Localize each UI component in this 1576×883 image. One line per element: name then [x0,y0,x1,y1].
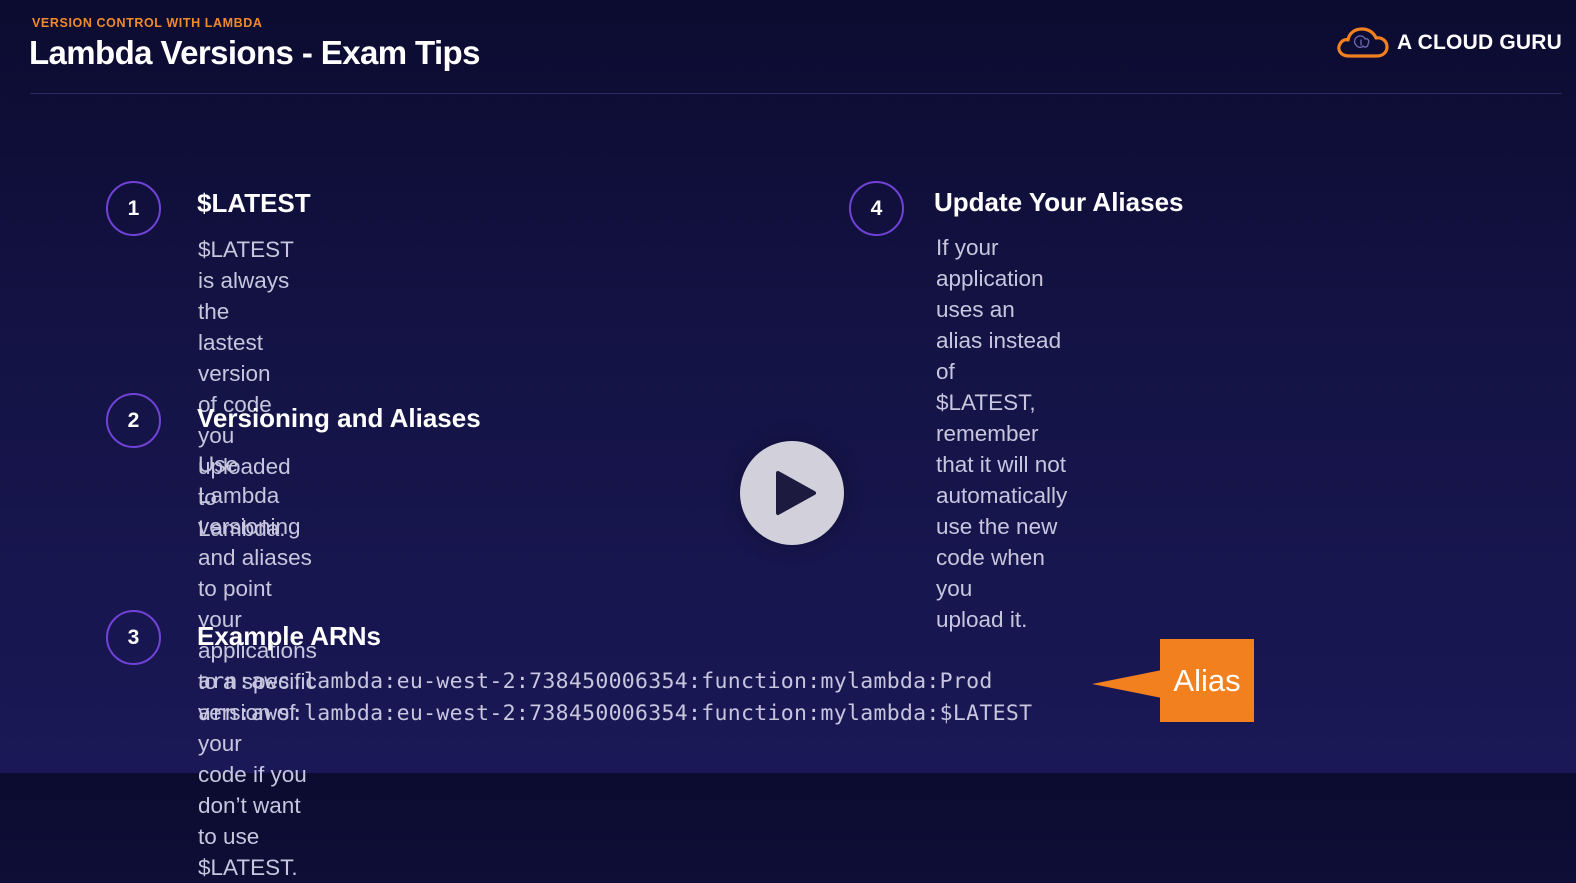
tip-number-badge: 4 [849,181,904,236]
tip-body-line: code if you don’t want to use $LATEST. [198,762,307,880]
tip-body: If your application uses an alias instea… [936,232,1067,635]
tip-body-line: If your application uses an alias instea… [936,235,1062,384]
tip-body-line: $LATEST, remember that it will not [936,390,1067,477]
tip-heading: $LATEST [197,188,311,218]
tip-body: Use Lambda versioning and aliases to poi… [198,449,317,883]
tip-body-line: automatically use the new code when you [936,483,1068,601]
arn-alias-example: arn:aws:lambda:eu-west-2:738450006354:fu… [198,669,993,694]
tip-heading: Example ARNs [197,621,381,651]
brand-logo: A CLOUD GURU [1335,26,1562,60]
arn-latest-example: arn:aws:lambda:eu-west-2:738450006354:fu… [198,701,1033,726]
play-icon [776,471,816,515]
callout-pointer [1092,670,1162,698]
cloud-brain-icon [1337,27,1389,58]
slide: VERSION CONTROL WITH LAMBDA Lambda Versi… [0,0,1576,880]
tip-body-line: upload it. [936,607,1028,632]
brand-name: A CLOUD GURU [1397,31,1562,54]
alias-callout: Alias [1160,639,1254,722]
tip-number-badge: 2 [106,393,161,448]
tip-number-badge: 3 [106,610,161,665]
page-title: Lambda Versions - Exam Tips [29,34,480,71]
tip-body-line: Use Lambda versioning and aliases to poi… [198,452,312,601]
header-divider [30,93,1562,94]
tip-number-badge: 1 [106,181,161,236]
play-button[interactable] [740,441,844,545]
tip-heading: Versioning and Aliases [197,403,481,433]
tip-body-line: $LATEST is always the lastest version of… [198,237,294,417]
tip-heading: Update Your Aliases [934,187,1184,217]
section-eyebrow: VERSION CONTROL WITH LAMBDA [32,16,263,30]
